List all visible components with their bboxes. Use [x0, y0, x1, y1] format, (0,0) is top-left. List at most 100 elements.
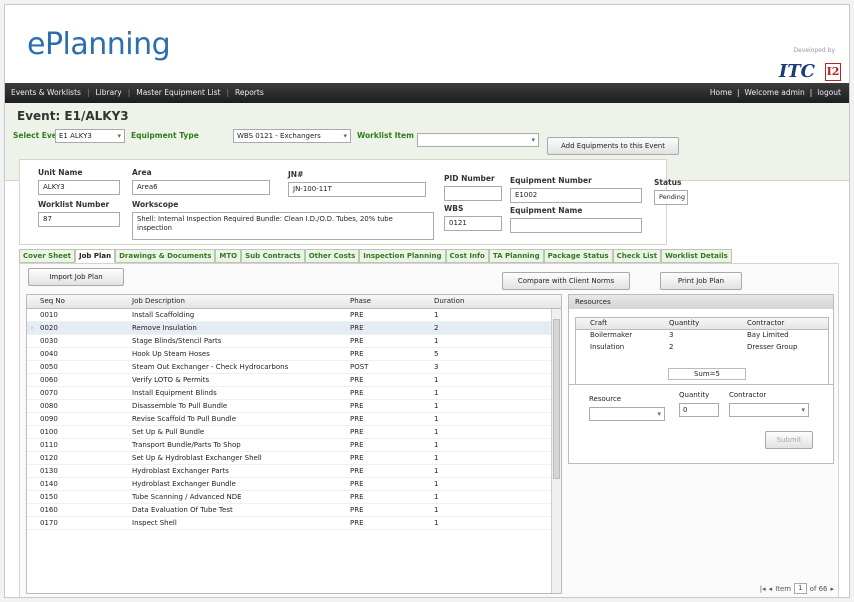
table-row[interactable]: 0120 Set Up & Hydroblast Exchanger Shell P… [27, 452, 561, 465]
table-row[interactable]: 0050 Steam Out Exchanger - Check Hydrocar… [27, 361, 561, 374]
column-header-duration[interactable]: Duration [431, 295, 549, 308]
welcome-text: Welcome admin [744, 88, 805, 97]
equipment-name-label: Equipment Name [510, 206, 583, 215]
tab-cover-sheet[interactable]: Cover Sheet [19, 249, 76, 263]
jn-label: JN# [288, 170, 304, 179]
import-job-plan-button[interactable]: Import Job Plan [28, 268, 124, 286]
item-input[interactable]: 1 [794, 583, 807, 594]
tab-inspection-planning[interactable]: Inspection Planning [359, 249, 446, 263]
table-row[interactable]: 0080 Disassemble To Pull Bundle PRE 1 [27, 400, 561, 413]
cell-seq-no: 0120 [40, 454, 58, 462]
prev-page-icon[interactable]: ◂ [769, 585, 773, 593]
app-window: ePlanning Developed by ITC I2 Events & W… [4, 4, 850, 598]
jn-field[interactable]: JN-100-11T [288, 182, 426, 197]
tab-cost-info[interactable]: Cost Info [445, 249, 489, 263]
table-row[interactable]: 0030 Stage Blinds/Stencil Parts PRE 1 [27, 335, 561, 348]
cell-job-description: Verify LOTO & Permits [132, 376, 210, 384]
tab-ta-planning[interactable]: TA Planning [488, 249, 544, 263]
tab-drawings-documents[interactable]: Drawings & Documents [115, 249, 216, 263]
tab-mto[interactable]: MTO [215, 249, 242, 263]
select-event-dropdown[interactable]: E1 ALKY3 ▾ [55, 129, 125, 143]
wbs-label: WBS [444, 204, 464, 213]
cell-duration: 1 [434, 467, 439, 475]
cell-duration: 1 [434, 454, 439, 462]
row-indicator [27, 309, 37, 321]
column-header-craft[interactable]: Craft [576, 318, 666, 329]
worklist-number-field[interactable]: 87 [38, 212, 120, 227]
cell-job-description: Revise Scaffold To Pull Bundle [132, 415, 237, 423]
resources-grid: Craft Quantity Contractor Boilermaker 3 … [575, 317, 829, 387]
tab-job-plan[interactable]: Job Plan [75, 249, 116, 263]
column-header-phase[interactable]: Phase [347, 295, 431, 308]
cell-job-description: Hydroblast Exchanger Parts [132, 467, 229, 475]
tab-check-list[interactable]: Check List [612, 249, 662, 263]
table-row[interactable]: 0070 Install Equipment Blinds PRE 1 [27, 387, 561, 400]
print-job-plan-button[interactable]: Print Job Plan [660, 272, 742, 290]
nav-home[interactable]: Home [710, 88, 732, 97]
table-row[interactable]: › 0020 Remove Insulation PRE 2 [27, 322, 561, 335]
add-equipments-button[interactable]: Add Equipments to this Event [547, 137, 679, 155]
logout-link[interactable]: logout [817, 88, 841, 97]
table-row[interactable]: 0090 Revise Scaffold To Pull Bundle PRE 1 [27, 413, 561, 426]
equipment-type-dropdown[interactable]: WBS 0121 - Exchangers ▾ [233, 129, 351, 143]
column-header-job-description[interactable]: Job Description [129, 295, 347, 308]
column-header-seq-no[interactable]: Seq No [37, 295, 129, 308]
tab-worklist-details[interactable]: Worklist Details [661, 249, 732, 263]
cell-duration: 1 [434, 337, 439, 345]
resource-row[interactable]: Insulation 2 Dresser Group [576, 342, 828, 354]
row-indicator [27, 387, 37, 399]
resource-dropdown[interactable]: ▾ [589, 407, 665, 421]
worklist-item-dropdown[interactable]: ▾ [417, 133, 539, 147]
grid-body: 0010 Install Scaffolding PRE 1 › 0020 Remove I… [27, 309, 561, 530]
cell-job-description: Install Scaffolding [132, 311, 195, 319]
tab-strip: Cover Sheet Job Plan Drawings & Document… [19, 249, 732, 263]
nav-events-worklists[interactable]: Events & Worklists [11, 88, 81, 97]
column-header-contractor[interactable]: Contractor [744, 318, 824, 329]
table-row[interactable]: 0160 Data Evaluation Of Tube Test PRE 1 [27, 504, 561, 517]
cell-job-description: Hydroblast Exchanger Bundle [132, 480, 236, 488]
cell-job-description: Inspect Shell [132, 519, 177, 527]
table-row[interactable]: 0100 Set Up & Pull Bundle PRE 1 [27, 426, 561, 439]
table-row[interactable]: 0010 Install Scaffolding PRE 1 [27, 309, 561, 322]
cell-job-description: Remove Insulation [132, 324, 197, 332]
equipment-number-field[interactable]: E1002 [510, 188, 642, 203]
quantity-field[interactable]: 0 [679, 403, 719, 417]
area-field[interactable]: Area6 [132, 180, 270, 195]
nav-library[interactable]: Library [95, 88, 121, 97]
next-page-icon[interactable]: ▸ [830, 585, 834, 593]
unit-name-field[interactable]: ALKY3 [38, 180, 120, 195]
select-event-value: E1 ALKY3 [59, 132, 92, 140]
nav-separator: | [86, 88, 90, 97]
grid-scrollbar[interactable] [551, 309, 561, 593]
table-row[interactable]: 0140 Hydroblast Exchanger Bundle PRE 1 [27, 478, 561, 491]
table-row[interactable]: 0150 Tube Scanning / Advanced NDE PRE 1 [27, 491, 561, 504]
wbs-field[interactable]: 0121 [444, 216, 502, 231]
table-row[interactable]: 0170 Inspect Shell PRE 1 [27, 517, 561, 530]
table-row[interactable]: 0040 Hook Up Steam Hoses PRE 5 [27, 348, 561, 361]
developed-by-label: Developed by [793, 47, 835, 54]
equipment-name-field[interactable] [510, 218, 642, 233]
resource-row[interactable]: Boilermaker 3 Bay Limited [576, 330, 828, 342]
workscope-field[interactable]: Shell: Internal Inspection Required Bund… [132, 212, 434, 240]
cell-duration: 5 [434, 350, 439, 358]
tab-other-costs[interactable]: Other Costs [304, 249, 360, 263]
cell-phase: PRE [350, 350, 364, 358]
table-row[interactable]: 0130 Hydroblast Exchanger Parts PRE 1 [27, 465, 561, 478]
resource-quantity: 2 [669, 343, 674, 351]
compare-client-norms-button[interactable]: Compare with Client Norms [502, 272, 630, 290]
vendor-mark-icon: I2 [825, 63, 841, 81]
scrollbar-thumb[interactable] [553, 319, 560, 479]
nav-reports[interactable]: Reports [235, 88, 264, 97]
table-row[interactable]: 0060 Verify LOTO & Permits PRE 1 [27, 374, 561, 387]
tab-sub-contracts[interactable]: Sub Contracts [241, 249, 305, 263]
nav-master-equipment-list[interactable]: Master Equipment List [136, 88, 220, 97]
resource-entry-form: Resource ▾ Quantity 0 Contractor ▾ Submi… [568, 384, 834, 464]
cell-phase: PRE [350, 311, 364, 319]
submit-button[interactable]: Submit [765, 431, 813, 449]
pid-number-field[interactable] [444, 186, 502, 201]
first-page-icon[interactable]: |◂ [760, 585, 766, 593]
contractor-dropdown[interactable]: ▾ [729, 403, 809, 417]
table-row[interactable]: 0110 Transport Bundle/Parts To Shop PRE 1 [27, 439, 561, 452]
column-header-quantity[interactable]: Quantity [666, 318, 744, 329]
tab-package-status[interactable]: Package Status [543, 249, 613, 263]
